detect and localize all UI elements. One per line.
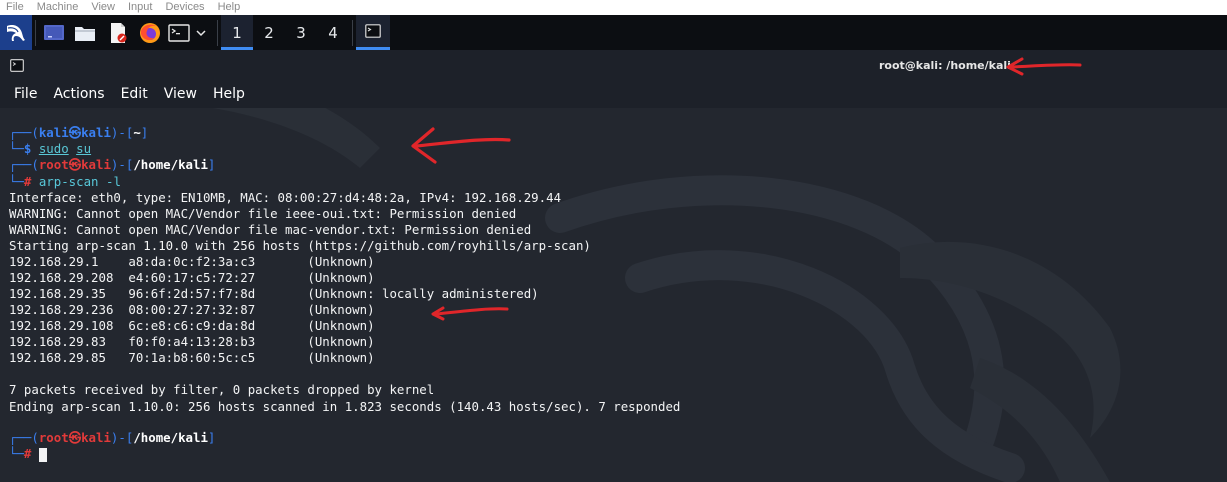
- vm-menu-view[interactable]: View: [85, 0, 122, 15]
- menu-file[interactable]: File: [0, 80, 45, 108]
- host-row: 192.168.29.83 f0:f0:a4:13:28:b3 (Unknown…: [9, 334, 375, 349]
- command-line: └─$ sudo su: [9, 141, 92, 156]
- firefox-button[interactable]: [135, 15, 165, 50]
- prompt-line: ┌──(root㉿kali)-[/home/kali]: [9, 430, 216, 445]
- terminal-launcher-button[interactable]: [165, 15, 193, 50]
- vm-menu-devices[interactable]: Devices: [159, 0, 211, 15]
- panel-separator: [352, 19, 353, 46]
- vm-menu-file[interactable]: File: [0, 0, 31, 15]
- host-row: 192.168.29.1 a8:da:0c:f2:3a:c3 (Unknown): [9, 254, 375, 269]
- menu-help[interactable]: Help: [205, 80, 253, 108]
- kali-top-panel: 1 2 3 4: [0, 15, 1227, 50]
- vm-menubar: File Machine View Input Devices Help: [0, 0, 1227, 15]
- host-row: 192.168.29.108 6c:e8:c6:c9:da:8d (Unknow…: [9, 318, 375, 333]
- summary-line: 7 packets received by filter, 0 packets …: [9, 382, 435, 397]
- command-su: su: [76, 141, 92, 156]
- kali-menu-icon: [7, 24, 25, 41]
- prompt-at: ㉿: [68, 430, 82, 445]
- text-editor-button[interactable]: [101, 15, 135, 50]
- command-sudo: sudo: [38, 141, 69, 156]
- prompt-at: ㉿: [68, 157, 82, 172]
- taskbar-terminal-window[interactable]: [356, 15, 390, 50]
- prompt-user: kali: [38, 125, 69, 140]
- output-line: Interface: eth0, type: EN10MB, MAC: 08:0…: [9, 190, 562, 205]
- prompt-path: /home/kali: [133, 157, 208, 172]
- panel-separator: [217, 19, 218, 46]
- prompt-host: kali: [81, 157, 111, 172]
- panel-separator: [35, 19, 36, 46]
- workspace-4[interactable]: 4: [317, 15, 349, 50]
- output-line: WARNING: Cannot open MAC/Vendor file mac…: [9, 222, 532, 237]
- prompt-line: ┌──(kali㉿kali)-[~]: [9, 125, 149, 140]
- terminal-icon: [168, 23, 190, 42]
- terminal-icon: [365, 24, 381, 38]
- host-row: 192.168.29.236 08:00:27:27:32:87 (Unknow…: [9, 302, 375, 317]
- command-line: └─# arp-scan -l: [9, 174, 121, 189]
- text-cursor: [38, 447, 47, 462]
- prompt-at: ㉿: [68, 125, 82, 140]
- workspace-2[interactable]: 2: [253, 15, 285, 50]
- summary-line: Ending arp-scan 1.10.0: 256 hosts scanne…: [9, 399, 681, 414]
- prompt-user: root: [38, 157, 69, 172]
- menu-actions[interactable]: Actions: [45, 80, 112, 108]
- vm-menu-machine[interactable]: Machine: [31, 0, 86, 15]
- host-row: 192.168.29.85 70:1a:b8:60:5c:c5 (Unknown…: [9, 350, 375, 365]
- terminal-titlebar: root@kali: /home/kali: [0, 50, 1227, 80]
- text-editor-icon: [111, 22, 127, 43]
- vm-menu-input[interactable]: Input: [122, 0, 159, 15]
- terminal-dropdown-button[interactable]: [193, 15, 209, 50]
- terminal-menubar: File Actions Edit View Help: [0, 80, 1227, 108]
- prompt-user: root: [38, 430, 69, 445]
- prompt-path: ~: [133, 125, 141, 140]
- workspace-1[interactable]: 1: [221, 15, 253, 50]
- firefox-icon: [140, 22, 160, 43]
- command-arp-scan: arp-scan -l: [38, 174, 121, 189]
- prompt-host: kali: [81, 430, 111, 445]
- file-manager-icon: [75, 26, 95, 41]
- chevron-down-icon: [196, 29, 206, 36]
- prompt-path: /home/kali: [133, 430, 208, 445]
- output-line: Starting arp-scan 1.10.0 with 256 hosts …: [9, 238, 591, 253]
- desktop-icon: [44, 24, 64, 40]
- terminal-icon: [10, 59, 24, 72]
- show-desktop-button[interactable]: [39, 15, 69, 50]
- prompt-host: kali: [81, 125, 111, 140]
- kali-menu-button[interactable]: [0, 15, 32, 50]
- command-line[interactable]: └─#: [9, 446, 47, 462]
- workspace-3[interactable]: 3: [285, 15, 317, 50]
- output-line: WARNING: Cannot open MAC/Vendor file iee…: [9, 206, 517, 221]
- prompt-line: ┌──(root㉿kali)-[/home/kali]: [9, 157, 216, 172]
- window-title: root@kali: /home/kali: [879, 59, 1011, 72]
- menu-edit[interactable]: Edit: [113, 80, 156, 108]
- vm-menu-help[interactable]: Help: [212, 0, 248, 15]
- menu-view[interactable]: View: [156, 80, 205, 108]
- file-manager-button[interactable]: [69, 15, 101, 50]
- host-row: 192.168.29.35 96:6f:2d:57:f7:8d (Unknown…: [9, 286, 539, 301]
- terminal-output[interactable]: ┌──(kali㉿kali)-[~] └─$ sudo su ┌──(root㉿…: [0, 108, 1227, 482]
- host-row: 192.168.29.208 e4:60:17:c5:72:27 (Unknow…: [9, 270, 375, 285]
